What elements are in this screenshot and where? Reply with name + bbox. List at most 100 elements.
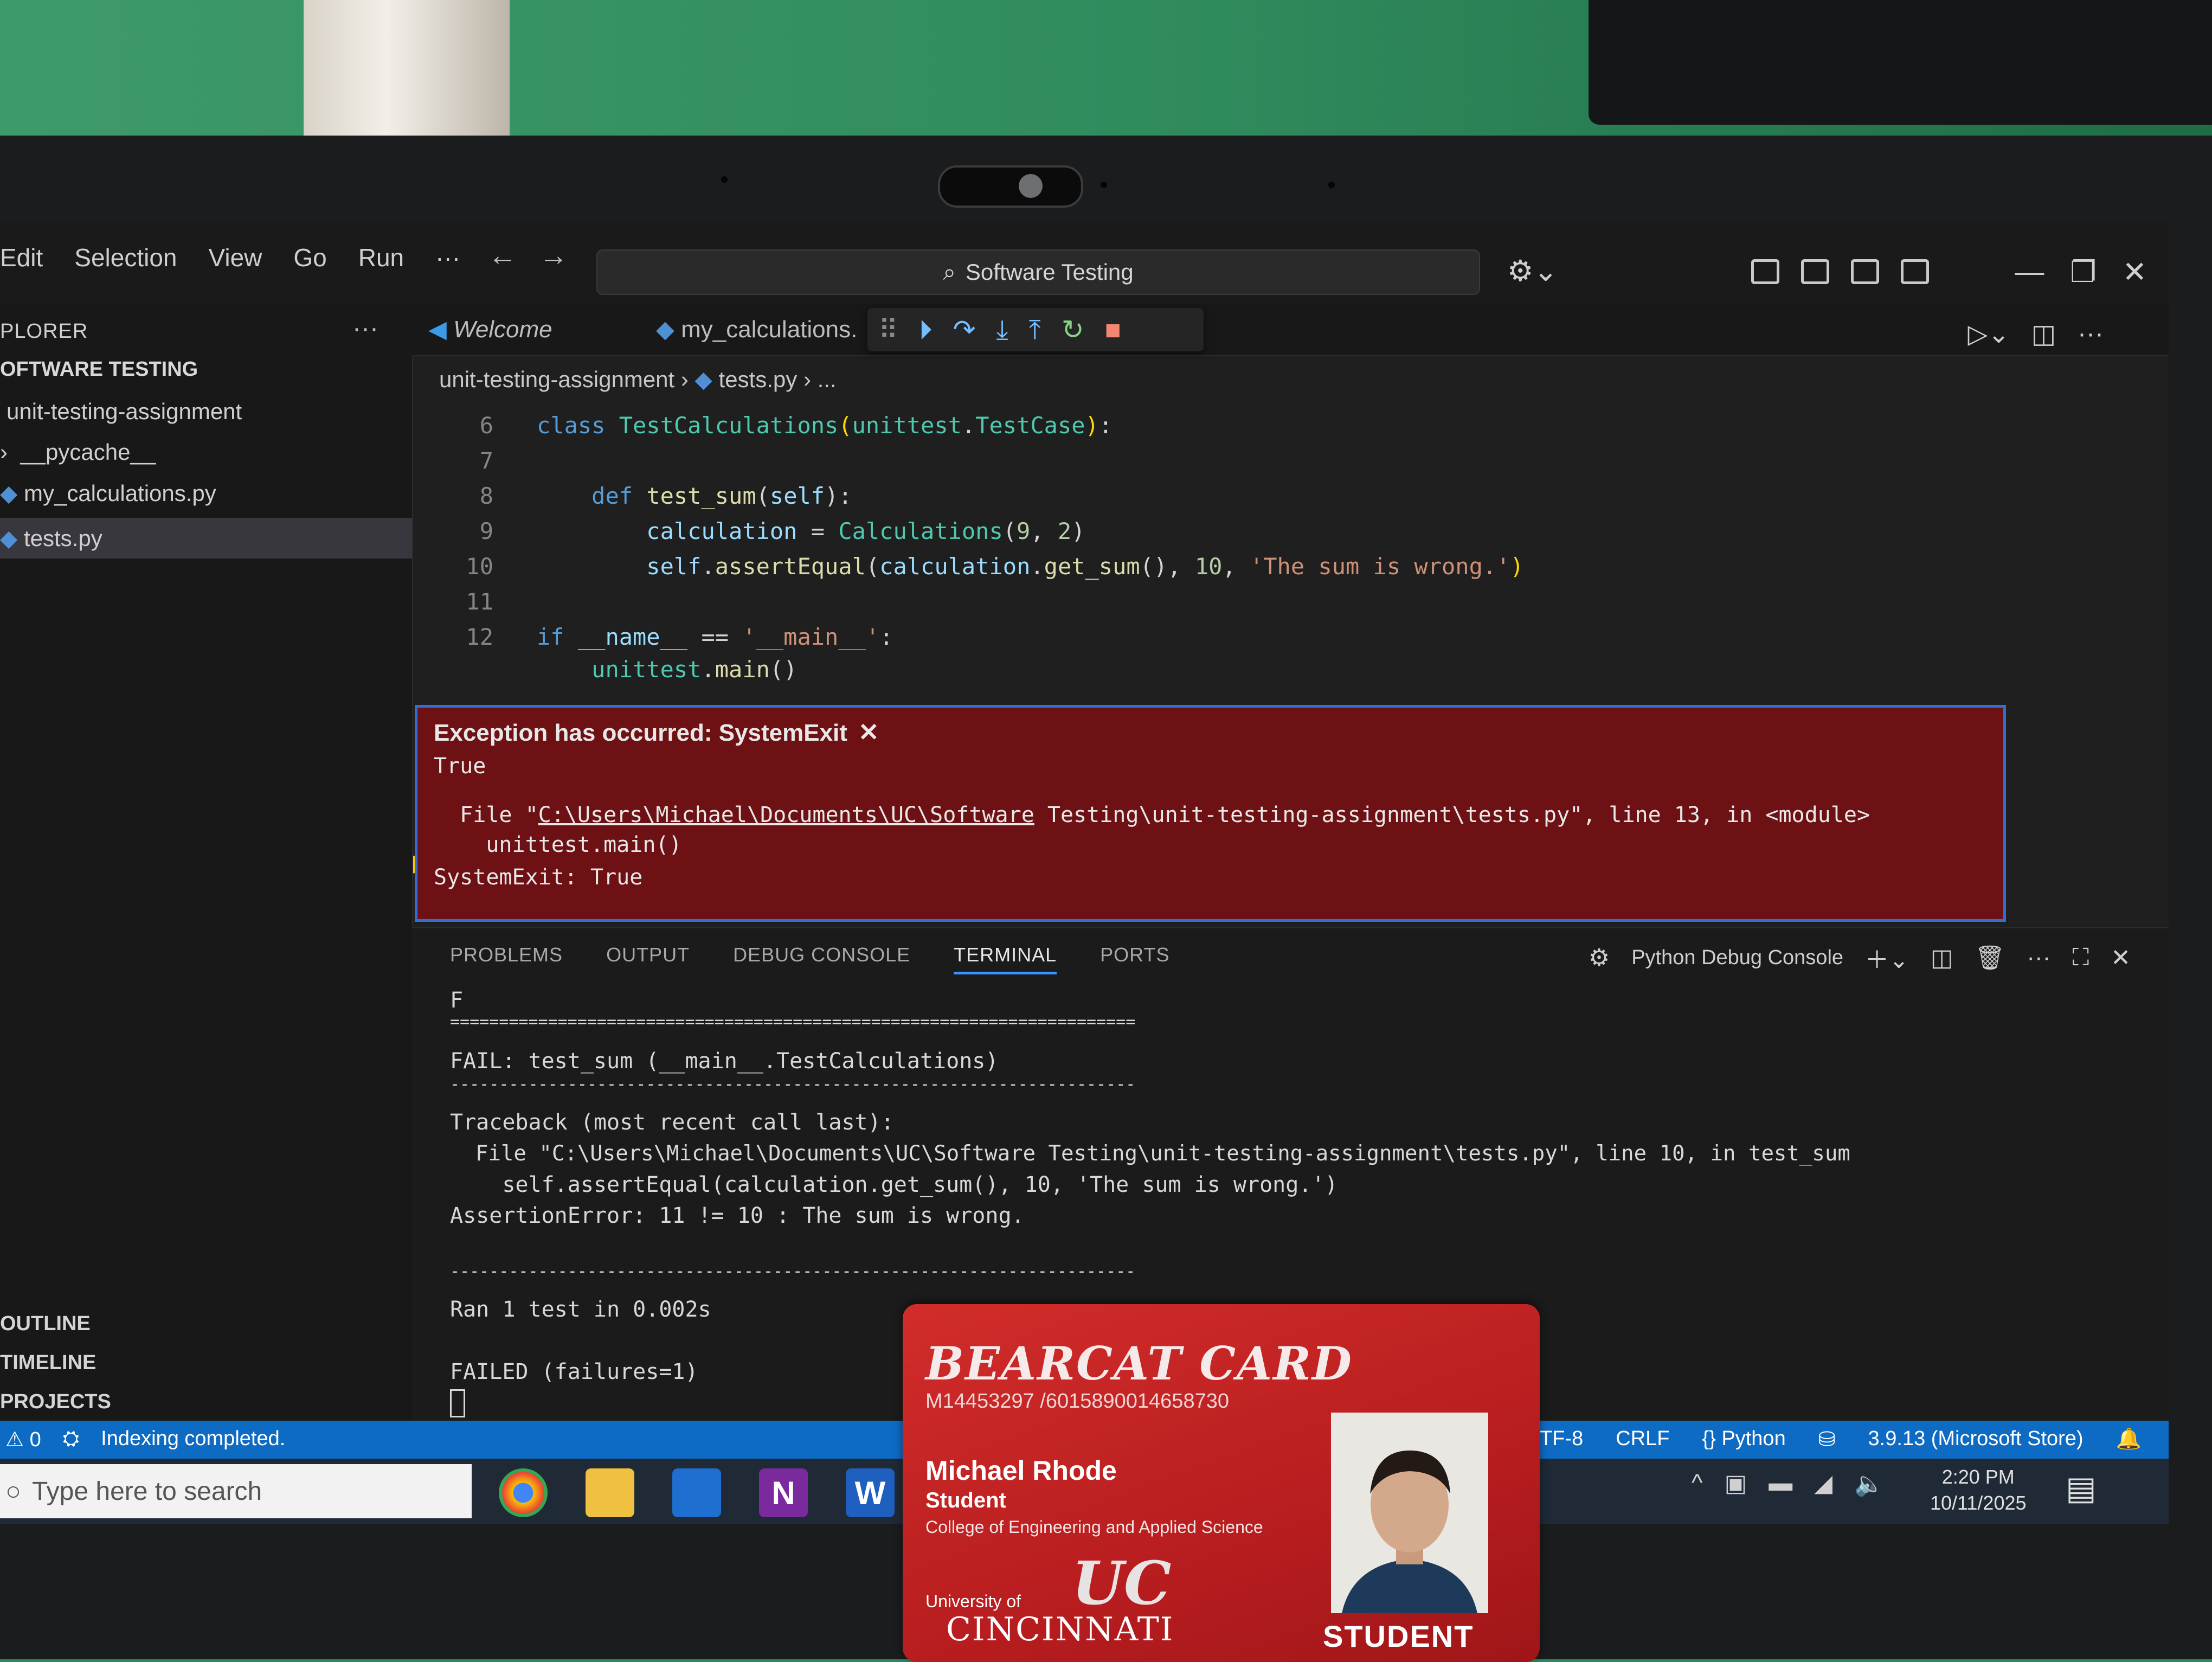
status-eol[interactable]: CRLF — [1616, 1427, 1669, 1452]
run-icon[interactable]: ▷⌄ — [1968, 319, 2010, 349]
customize-layout-icon[interactable] — [1751, 259, 1779, 284]
continue-icon[interactable]: ⏵ — [919, 314, 933, 346]
tree-item-pycache[interactable]: › __pycache__ — [0, 439, 156, 465]
chevron-up-icon[interactable]: ^ — [1692, 1470, 1703, 1498]
close-icon[interactable]: ✕ — [2123, 255, 2147, 289]
status-encoding[interactable]: TF-8 — [1540, 1427, 1583, 1452]
line-number: 8 — [479, 483, 493, 509]
tab-terminal[interactable]: TERMINAL — [954, 944, 1057, 974]
tab-output[interactable]: OUTPUT — [606, 944, 690, 974]
status-language[interactable]: {} Python — [1702, 1427, 1785, 1452]
debug-icon[interactable]: ⛭ — [63, 1427, 79, 1452]
card-name: Michael Rhode — [925, 1455, 1117, 1486]
step-into-icon[interactable]: ⤓ — [996, 314, 1008, 346]
terminal-name[interactable]: Python Debug Console — [1631, 946, 1843, 970]
close-icon[interactable]: ✕ — [858, 718, 879, 746]
taskbar-clock[interactable]: 2:20 PM 10/11/2025 — [1930, 1464, 2027, 1516]
workspace-folder[interactable]: OFTWARE TESTING — [0, 358, 198, 381]
wifi-icon[interactable]: ◢ — [1814, 1470, 1832, 1498]
split-editor-icon[interactable]: ◫ — [2031, 319, 2056, 349]
more-icon[interactable]: ··· — [2027, 944, 2050, 971]
step-over-icon[interactable]: ↷ — [953, 314, 976, 345]
line-number: 11 — [466, 588, 493, 615]
problems-count: 0 — [29, 1428, 41, 1451]
tab-label: my_calculations. — [681, 316, 858, 343]
chrome-icon[interactable] — [499, 1468, 548, 1517]
menu-go[interactable]: Go — [293, 243, 326, 272]
tab-my-calculations[interactable]: ◆ my_calculations. — [656, 316, 857, 343]
exception-trace-file: File "C:\Users\Michael\Documents\UC\Soft… — [434, 803, 1870, 827]
tab-debug-console[interactable]: DEBUG CONSOLE — [733, 944, 910, 974]
menu-selection[interactable]: Selection — [74, 243, 177, 272]
tree-item-my-calculations[interactable]: ◆ my_calculations.py — [0, 480, 216, 506]
copilot-icon[interactable]: ⚙⌄ — [1507, 254, 1558, 288]
restore-icon[interactable]: ❐ — [2070, 255, 2096, 289]
toggle-sidebar-icon[interactable] — [1801, 259, 1829, 284]
restart-icon[interactable]: ↻ — [1062, 314, 1084, 345]
terminal-line: F — [450, 988, 464, 1013]
stop-icon[interactable]: ■ — [1105, 314, 1121, 345]
debug-console-icon: ⚙ — [1588, 944, 1610, 971]
chevron-right-icon: › — [680, 367, 695, 392]
more-icon[interactable]: ··· — [2078, 319, 2104, 349]
trash-icon[interactable]: 🗑 — [1975, 944, 2005, 972]
split-terminal-icon[interactable]: ◫ — [1931, 944, 1953, 972]
notification-icon[interactable]: ▤ — [2066, 1470, 2097, 1507]
section-projects[interactable]: PROJECTS — [0, 1390, 111, 1414]
python-file-icon: ◆ — [0, 525, 24, 551]
back-arrow-icon[interactable]: ← — [488, 239, 517, 272]
command-center-search[interactable]: ⌕ Software Testing — [596, 249, 1480, 295]
python-file-icon: ◆ — [656, 316, 674, 343]
vscode-icon[interactable] — [672, 1468, 721, 1517]
file-explorer-icon[interactable] — [586, 1468, 634, 1517]
breadcrumb-more[interactable]: ... — [818, 367, 837, 392]
word-icon[interactable]: W — [846, 1468, 895, 1517]
toggle-panel-icon[interactable] — [1851, 259, 1879, 284]
trace-path-link[interactable]: C:\Users\Michael\Documents\UC\Software — [538, 803, 1034, 827]
terminal-line: FAILED (failures=1) — [450, 1359, 698, 1384]
more-actions-icon[interactable]: ··· — [352, 313, 378, 343]
toggle-secondary-sidebar-icon[interactable] — [1901, 259, 1929, 284]
terminal-cursor — [450, 1389, 465, 1417]
tree-item-label: my_calculations.py — [23, 480, 216, 506]
tab-ports[interactable]: PORTS — [1100, 944, 1169, 974]
trace-path-rest: Testing\unit-testing-assignment\tests.py… — [1034, 803, 1870, 827]
line-number: 9 — [479, 518, 493, 544]
chevron-right-icon: › — [803, 367, 818, 392]
code-line: self.assertEqual(calculation.get_sum(), … — [646, 553, 1524, 580]
status-interpreter[interactable]: 3.9.13 (Microsoft Store) — [1868, 1427, 2084, 1452]
taskbar-apps: N W — [499, 1468, 895, 1517]
section-timeline[interactable]: TIMELINE — [0, 1351, 96, 1375]
tab-welcome[interactable]: ◀ Welcome — [428, 316, 552, 343]
section-outline[interactable]: OUTLINE — [0, 1312, 91, 1336]
tree-item-unit-testing-assignment[interactable]: unit-testing-assignment — [7, 399, 242, 425]
bell-icon[interactable]: 🔔 — [2116, 1427, 2142, 1452]
onenote-icon[interactable]: N — [759, 1468, 808, 1517]
tab-problems[interactable]: PROBLEMS — [450, 944, 563, 974]
close-panel-icon[interactable]: ✕ — [2111, 944, 2131, 972]
taskbar-search[interactable]: ○ Type here to search — [0, 1464, 472, 1518]
line-number: 7 — [479, 447, 493, 474]
volume-icon[interactable]: 🔈 — [1854, 1470, 1884, 1498]
status-problems[interactable]: ⚠ 0 — [5, 1427, 41, 1452]
tree-item-tests[interactable]: ◆ tests.py — [0, 518, 412, 559]
tray-app-icon[interactable]: ▣ — [1725, 1470, 1747, 1498]
drag-handle-icon[interactable]: ⠿ — [878, 314, 898, 345]
forward-arrow-icon[interactable]: → — [539, 239, 568, 272]
code-line: unittest.main() — [591, 656, 798, 683]
minimize-icon[interactable]: — — [2015, 255, 2044, 289]
menu-edit[interactable]: Edit — [0, 243, 43, 272]
new-terminal-icon[interactable]: ＋⌄ — [1865, 940, 1909, 975]
python-file-icon: ◆ — [0, 480, 24, 506]
status-indexing[interactable]: Indexing completed. — [101, 1427, 285, 1452]
breadcrumb-folder[interactable]: unit-testing-assignment — [439, 367, 674, 392]
menu-run[interactable]: Run — [358, 243, 404, 272]
step-out-icon[interactable]: ⤒ — [1029, 314, 1041, 346]
battery-icon[interactable]: ▬ — [1769, 1470, 1792, 1498]
maximize-panel-icon[interactable]: ⛶ — [2072, 944, 2089, 971]
breadcrumb-file[interactable]: tests.py — [719, 367, 798, 392]
code-line: def test_sum(self): — [591, 483, 852, 509]
menu-more[interactable]: ··· — [435, 243, 460, 272]
menu-view[interactable]: View — [209, 243, 262, 272]
code-line: calculation = Calculations(9, 2) — [646, 518, 1085, 544]
